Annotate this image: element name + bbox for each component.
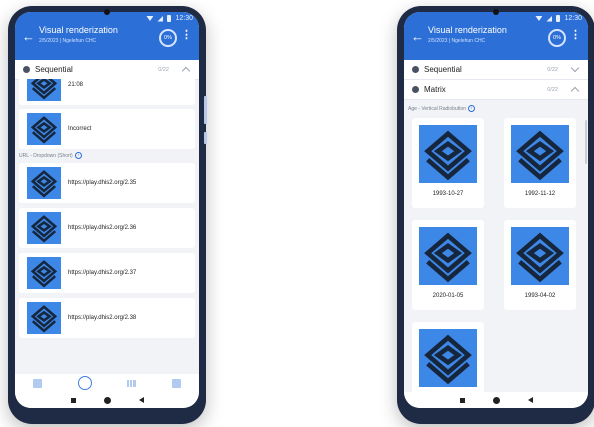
app-title: Visual renderization (39, 25, 118, 35)
info-icon[interactable]: i (74, 152, 82, 159)
radio-tile[interactable]: 1993-10-27 (412, 118, 484, 208)
wifi-icon (535, 16, 543, 21)
field-label: Age - Vertical Radiobutton i (408, 105, 476, 112)
battery-icon (167, 15, 172, 22)
app-subtitle: 2/5/2023 | Ngelehun CHC (428, 38, 486, 44)
radio-tile[interactable]: 1992-11-12 (504, 118, 576, 208)
app-bar: 12:30 ← Visual renderization 2/5/2023 | … (15, 12, 199, 60)
option-label: https://play.dhis2.org/2.38 (68, 315, 137, 321)
dhis2-logo-icon (27, 212, 61, 244)
option-card[interactable]: https://play.dhis2.org/2.36 (19, 208, 195, 248)
status-time: 12:30 (564, 15, 582, 22)
section-label: Matrix (424, 85, 446, 94)
section-sequential[interactable]: Sequential 0/22 (15, 60, 199, 80)
form-content: 21:08 Incorrect URL - Dropdown (Short) i … (15, 79, 199, 374)
section-sequential[interactable]: Sequential 0/22 (404, 60, 588, 80)
home-icon[interactable] (492, 396, 500, 404)
option-card[interactable]: Incorrect (19, 109, 195, 149)
section-count: 0/22 (158, 66, 169, 73)
dhis2-logo-icon (27, 257, 61, 289)
battery-icon (556, 15, 561, 22)
camera-icon (493, 9, 499, 15)
option-label: Incorrect (68, 126, 92, 132)
wifi-icon (146, 16, 154, 21)
dhis2-logo-icon (511, 227, 569, 285)
option-card[interactable]: 21:08 (19, 79, 195, 105)
section-status-icon (412, 86, 419, 93)
side-button (204, 132, 207, 144)
system-navigation-bar (15, 392, 199, 408)
chevron-down-icon (570, 63, 580, 73)
dhis2-logo-icon (419, 227, 477, 285)
radio-tile[interactable]: 2020-01-05 (412, 220, 484, 310)
clipboard-icon[interactable] (32, 378, 42, 388)
recents-icon[interactable] (459, 397, 465, 403)
form-icon[interactable] (77, 376, 92, 390)
dhis2-logo-icon (419, 125, 477, 183)
screen-right: 12:30 ← Visual renderization 2/5/2023 | … (404, 12, 588, 408)
notes-icon[interactable] (172, 378, 182, 388)
app-bar: 12:30 ← Visual renderization 2/5/2023 | … (404, 12, 588, 60)
phone-left: 12:30 ← Visual renderization 2/5/2023 | … (8, 6, 207, 424)
system-navigation-bar (404, 392, 588, 408)
form-content: Age - Vertical Radiobutton i 1993-10-27 1… (404, 100, 588, 392)
camera-icon (104, 9, 110, 15)
dhis2-logo-icon (27, 79, 61, 101)
more-menu-icon[interactable]: ⋮ (570, 30, 581, 41)
radio-tile[interactable]: 1993-04-02 (504, 220, 576, 310)
signal-icon (546, 15, 553, 22)
info-icon[interactable]: i (468, 105, 476, 112)
dhis2-logo-icon (27, 167, 61, 199)
tile-label: 2020-01-05 (432, 293, 464, 299)
option-card[interactable]: https://play.dhis2.org/2.35 (19, 163, 195, 203)
app-title: Visual renderization (428, 25, 507, 35)
chevron-up-icon (570, 86, 580, 96)
bar-chart-icon[interactable] (127, 379, 137, 387)
section-label: Sequential (424, 65, 462, 74)
radio-tile[interactable] (412, 322, 484, 392)
back-icon[interactable] (138, 397, 144, 403)
dhis2-logo-icon (419, 329, 477, 387)
recents-icon[interactable] (70, 397, 76, 403)
option-label: https://play.dhis2.org/2.37 (68, 270, 137, 276)
completion-progress: 0% (159, 29, 177, 47)
status-time: 12:30 (175, 15, 193, 22)
section-matrix[interactable]: Matrix 0/22 (404, 80, 588, 100)
app-subtitle: 2/5/2023 | Ngelehun CHC (39, 38, 97, 44)
dhis2-logo-icon (27, 113, 61, 145)
option-label: 21:08 (68, 82, 84, 88)
tile-label: 1993-10-27 (432, 191, 464, 197)
signal-icon (157, 15, 164, 22)
more-menu-icon[interactable]: ⋮ (181, 30, 192, 41)
tile-label: 1993-04-02 (524, 293, 556, 299)
section-count: 0/22 (547, 66, 558, 73)
section-label: Sequential (35, 65, 73, 74)
option-label: https://play.dhis2.org/2.35 (68, 180, 137, 186)
field-label-text: Age - Vertical Radiobutton (408, 105, 467, 112)
option-label: https://play.dhis2.org/2.36 (68, 225, 137, 231)
back-icon[interactable] (527, 397, 533, 403)
completion-progress: 0% (548, 29, 566, 47)
scrollbar[interactable] (585, 120, 587, 164)
field-label-text: URL - Dropdown (Short) (19, 152, 73, 159)
phone-right: 12:30 ← Visual renderization 2/5/2023 | … (397, 6, 594, 424)
tile-label: 1992-11-12 (524, 191, 556, 197)
section-status-icon (412, 66, 419, 73)
dhis2-logo-icon (27, 302, 61, 334)
field-label: URL - Dropdown (Short) i (19, 152, 82, 159)
side-button (204, 96, 207, 124)
option-card[interactable]: https://play.dhis2.org/2.37 (19, 253, 195, 293)
option-card[interactable]: https://play.dhis2.org/2.38 (19, 298, 195, 338)
chevron-up-icon (181, 66, 191, 76)
dhis2-logo-icon (511, 125, 569, 183)
screen-left: 12:30 ← Visual renderization 2/5/2023 | … (15, 12, 199, 408)
back-arrow-icon[interactable]: ← (411, 30, 424, 43)
section-status-icon (23, 66, 30, 73)
bottom-navigation (15, 374, 199, 392)
status-bar: 12:30 (146, 15, 193, 22)
section-count: 0/22 (547, 86, 558, 93)
status-bar: 12:30 (535, 15, 582, 22)
back-arrow-icon[interactable]: ← (22, 30, 35, 43)
home-icon[interactable] (103, 396, 111, 404)
